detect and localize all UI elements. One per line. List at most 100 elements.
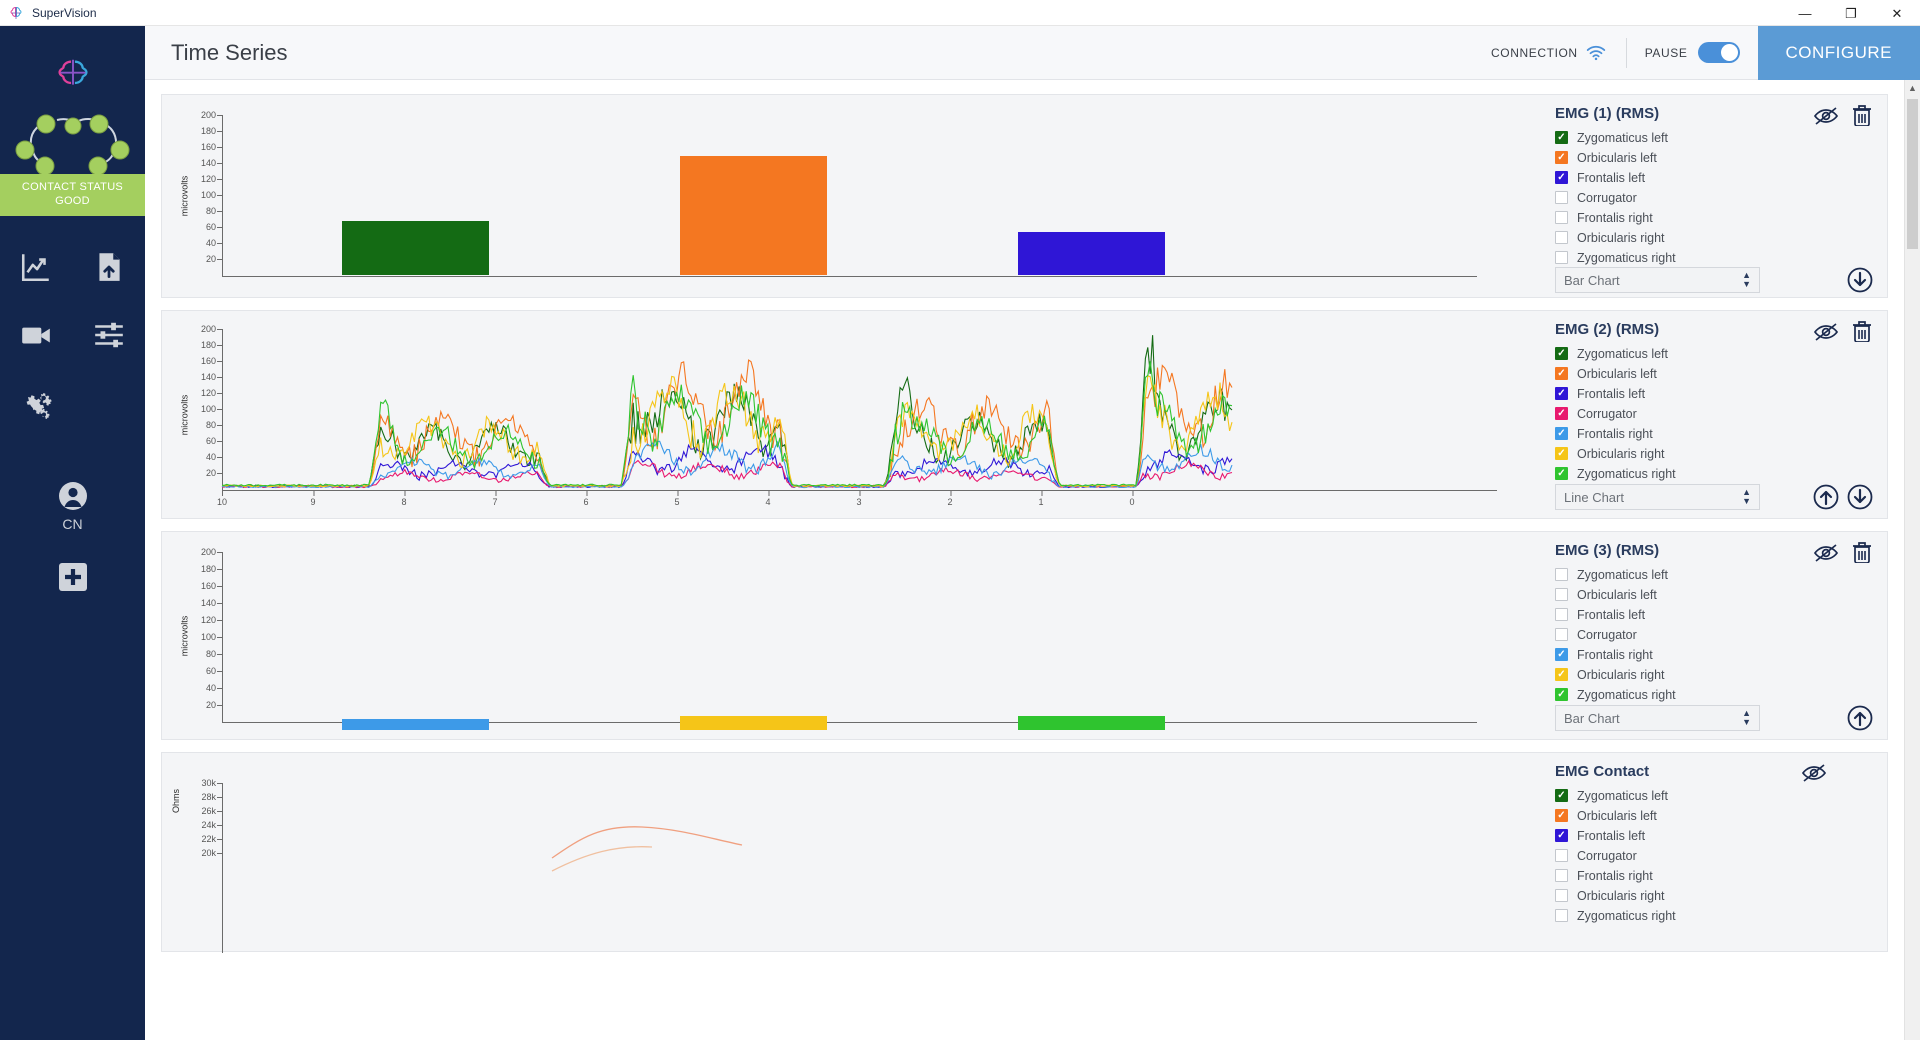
legend-checkbox[interactable] bbox=[1555, 251, 1568, 264]
legend-row[interactable]: Frontalis right bbox=[1555, 424, 1873, 443]
legend-row[interactable]: Orbicularis right bbox=[1555, 665, 1873, 684]
legend-row[interactable]: Zygomaticus right bbox=[1555, 248, 1873, 267]
scroll-up-arrow[interactable]: ▲ bbox=[1908, 80, 1917, 97]
trash-icon[interactable] bbox=[1853, 105, 1871, 126]
legend-row[interactable]: Frontalis right bbox=[1555, 645, 1873, 664]
move-up-icon[interactable] bbox=[1847, 705, 1873, 731]
trash-icon[interactable] bbox=[1853, 542, 1871, 563]
legend-row[interactable]: Zygomaticus right bbox=[1555, 464, 1873, 483]
legend-checkbox[interactable] bbox=[1555, 568, 1568, 581]
sidebar-item-video[interactable] bbox=[19, 318, 53, 352]
sidebar-item-sliders[interactable] bbox=[92, 318, 126, 352]
eye-off-icon[interactable] bbox=[1801, 763, 1827, 783]
legend-checkbox[interactable] bbox=[1555, 889, 1568, 902]
legend-checkbox[interactable] bbox=[1555, 347, 1568, 360]
legend-checkbox[interactable] bbox=[1555, 467, 1568, 480]
legend-row[interactable]: Corrugator bbox=[1555, 188, 1873, 207]
legend-checkbox[interactable] bbox=[1555, 447, 1568, 460]
sidebar-item-time-series[interactable] bbox=[19, 250, 53, 284]
legend-row[interactable]: Orbicularis left bbox=[1555, 364, 1873, 383]
legend-checkbox[interactable] bbox=[1555, 688, 1568, 701]
legend-row[interactable]: Orbicularis right bbox=[1555, 886, 1873, 905]
legend-checkbox[interactable] bbox=[1555, 789, 1568, 802]
legend-checkbox[interactable] bbox=[1555, 869, 1568, 882]
legend-list: Zygomaticus left Orbicularis left Frontali… bbox=[1555, 786, 1873, 925]
legend-checkbox[interactable] bbox=[1555, 608, 1568, 621]
sidebar-item-upload[interactable] bbox=[92, 250, 126, 284]
y-tick: 60 bbox=[205, 436, 223, 446]
close-button[interactable]: ✕ bbox=[1874, 0, 1920, 26]
trash-icon[interactable] bbox=[1853, 321, 1871, 342]
connection-status[interactable]: CONNECTION bbox=[1471, 45, 1626, 61]
legend-row[interactable]: Zygomaticus left bbox=[1555, 344, 1873, 363]
minimize-button[interactable]: — bbox=[1782, 0, 1828, 26]
y-axis-label: microvolts bbox=[179, 394, 190, 435]
legend-row[interactable]: Zygomaticus right bbox=[1555, 906, 1873, 925]
legend-row[interactable]: Orbicularis left bbox=[1555, 585, 1873, 604]
legend-checkbox[interactable] bbox=[1555, 628, 1568, 641]
legend-row[interactable]: Corrugator bbox=[1555, 846, 1873, 865]
sidebar-item-system-settings[interactable] bbox=[16, 386, 56, 426]
chart-type-select[interactable]: Bar Chart ▲ ▼ bbox=[1555, 267, 1760, 293]
eye-off-icon[interactable] bbox=[1813, 106, 1839, 126]
add-button[interactable] bbox=[58, 562, 88, 597]
legend-row[interactable]: Orbicularis right bbox=[1555, 444, 1873, 463]
legend-checkbox[interactable] bbox=[1555, 407, 1568, 420]
legend-row[interactable]: Frontalis left bbox=[1555, 605, 1873, 624]
scrollbar-thumb[interactable] bbox=[1907, 99, 1918, 249]
vertical-scrollbar[interactable]: ▲ bbox=[1904, 80, 1920, 1040]
legend-row[interactable]: Frontalis left bbox=[1555, 826, 1873, 845]
sliders-icon bbox=[94, 322, 123, 348]
legend-checkbox[interactable] bbox=[1555, 191, 1568, 204]
legend-row[interactable]: Frontalis left bbox=[1555, 384, 1873, 403]
gears-icon bbox=[25, 393, 52, 419]
legend-checkbox[interactable] bbox=[1555, 829, 1568, 842]
legend-row[interactable]: Zygomaticus left bbox=[1555, 786, 1873, 805]
bar-frontalis-left bbox=[1018, 232, 1165, 275]
legend-row[interactable]: Zygomaticus left bbox=[1555, 128, 1873, 147]
legend-row[interactable]: Corrugator bbox=[1555, 404, 1873, 423]
eye-off-icon[interactable] bbox=[1813, 322, 1839, 342]
legend-checkbox[interactable] bbox=[1555, 387, 1568, 400]
legend-label: Orbicularis right bbox=[1577, 230, 1665, 245]
legend-checkbox[interactable] bbox=[1555, 131, 1568, 144]
legend-row[interactable]: Zygomaticus left bbox=[1555, 565, 1873, 584]
move-up-icon[interactable] bbox=[1813, 484, 1839, 510]
legend-row[interactable]: Zygomaticus right bbox=[1555, 685, 1873, 704]
legend-checkbox[interactable] bbox=[1555, 588, 1568, 601]
legend-checkbox[interactable] bbox=[1555, 151, 1568, 164]
chart-type-select[interactable]: Bar Chart ▲ ▼ bbox=[1555, 705, 1760, 731]
legend-checkbox[interactable] bbox=[1555, 648, 1568, 661]
pause-control[interactable]: PAUSE bbox=[1627, 42, 1758, 63]
legend-checkbox[interactable] bbox=[1555, 367, 1568, 380]
legend-checkbox[interactable] bbox=[1555, 668, 1568, 681]
legend-checkbox[interactable] bbox=[1555, 211, 1568, 224]
y-tick: 120 bbox=[200, 388, 223, 398]
legend-row[interactable]: Orbicularis right bbox=[1555, 228, 1873, 247]
sidebar-user[interactable]: CN bbox=[57, 480, 89, 532]
move-down-icon[interactable] bbox=[1847, 267, 1873, 293]
legend-checkbox[interactable] bbox=[1555, 809, 1568, 822]
pause-toggle[interactable] bbox=[1697, 42, 1740, 63]
spinner-icon: ▲ ▼ bbox=[1742, 487, 1751, 506]
legend-row[interactable]: Frontalis right bbox=[1555, 866, 1873, 885]
eye-off-icon[interactable] bbox=[1813, 543, 1839, 563]
legend-emg-2: EMG (2) (RMS) Zygomaticus leftOrbiculari… bbox=[1537, 311, 1887, 518]
y-tick: 200 bbox=[200, 110, 223, 120]
maximize-button[interactable]: ❐ bbox=[1828, 0, 1874, 26]
move-down-icon[interactable] bbox=[1847, 484, 1873, 510]
legend-row[interactable]: Corrugator bbox=[1555, 625, 1873, 644]
configure-button[interactable]: CONFIGURE bbox=[1757, 25, 1920, 80]
legend-checkbox[interactable] bbox=[1555, 849, 1568, 862]
legend-checkbox[interactable] bbox=[1555, 909, 1568, 922]
legend-row[interactable]: Frontalis right bbox=[1555, 208, 1873, 227]
chart-type-select[interactable]: Line Chart ▲ ▼ bbox=[1555, 484, 1760, 510]
y-tick: 20k bbox=[201, 848, 222, 858]
legend-checkbox[interactable] bbox=[1555, 427, 1568, 440]
y-tick: 20 bbox=[205, 468, 223, 478]
legend-row[interactable]: Orbicularis left bbox=[1555, 148, 1873, 167]
legend-checkbox[interactable] bbox=[1555, 171, 1568, 184]
legend-row[interactable]: Frontalis left bbox=[1555, 168, 1873, 187]
legend-checkbox[interactable] bbox=[1555, 231, 1568, 244]
legend-row[interactable]: Orbicularis left bbox=[1555, 806, 1873, 825]
